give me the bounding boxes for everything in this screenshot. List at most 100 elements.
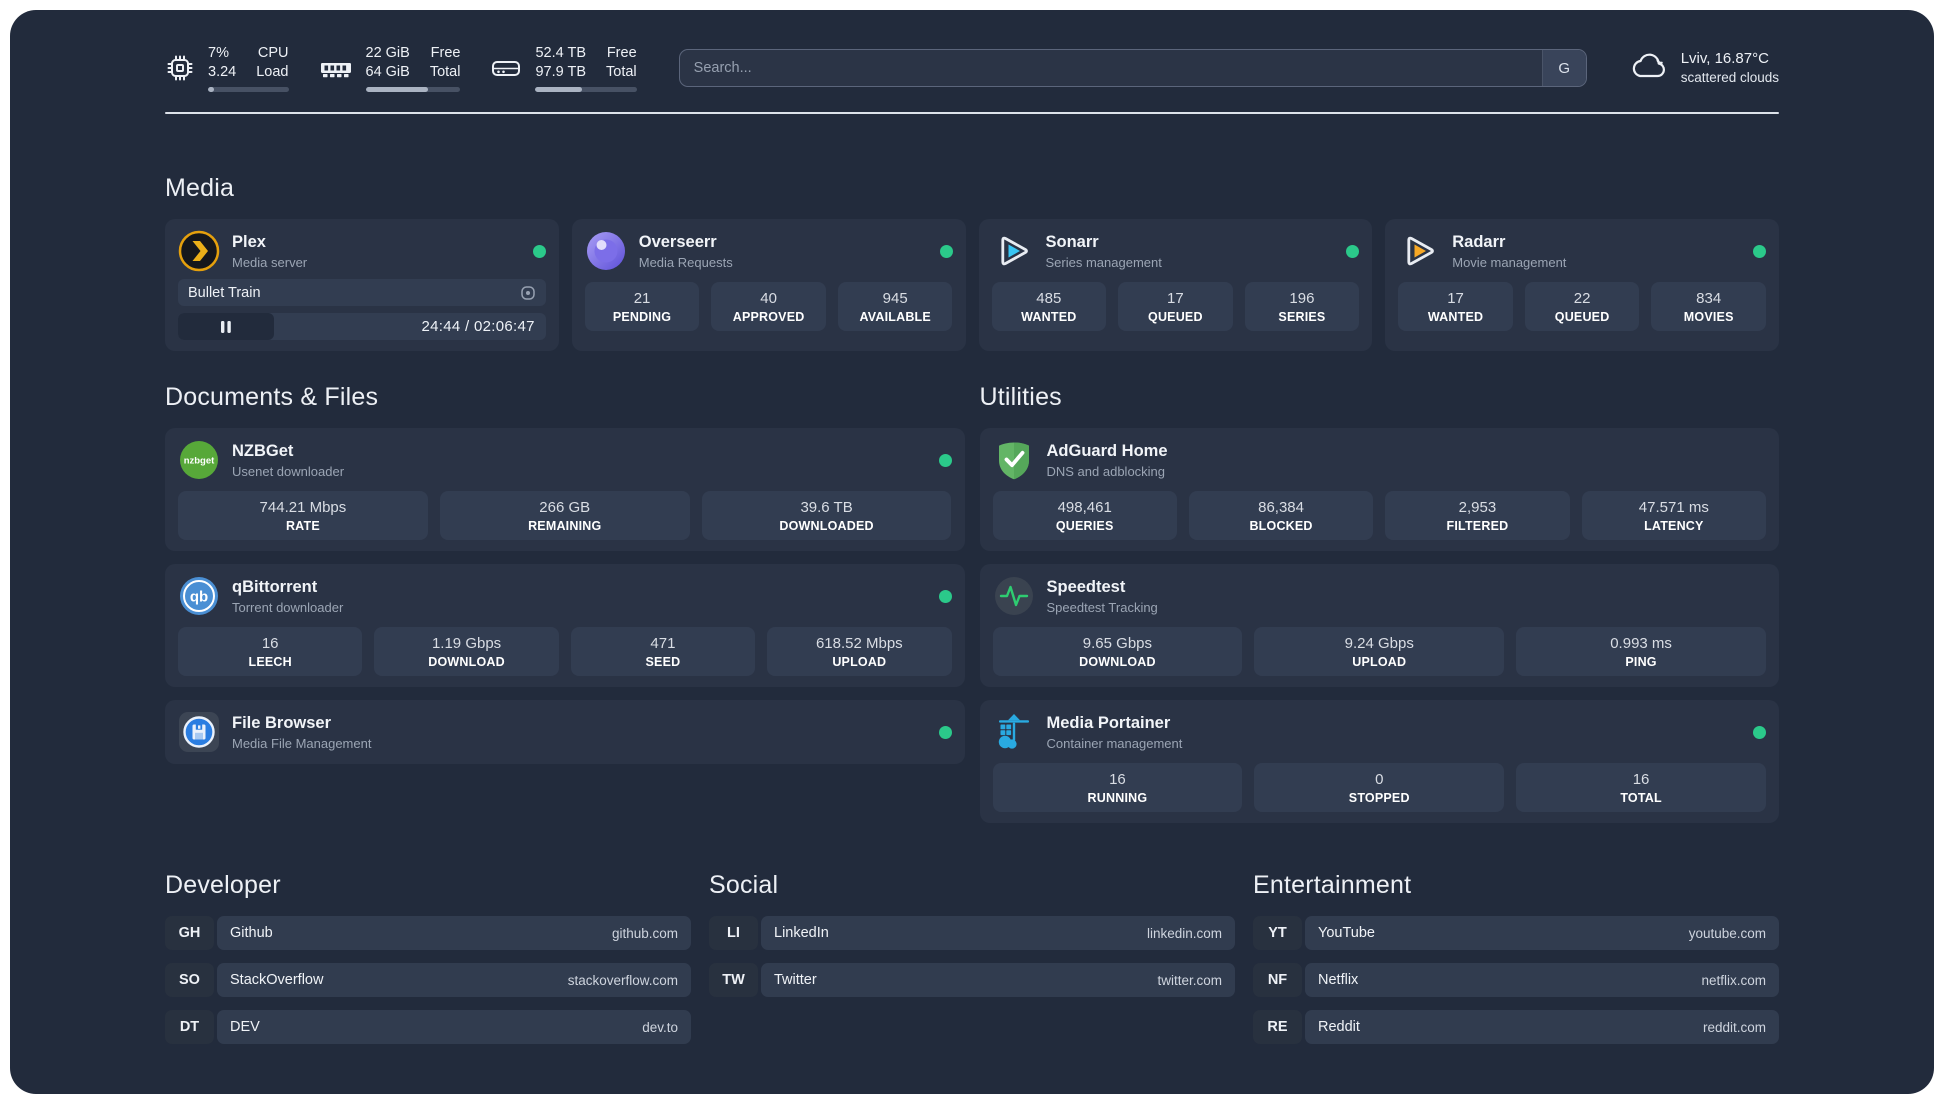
stat-wanted: 485 WANTED: [991, 282, 1107, 331]
service-card-filebrowser[interactable]: File Browser Media File Management: [165, 700, 965, 764]
search-bar: G: [678, 49, 1587, 87]
memory-progress-track: [365, 86, 461, 92]
stat-label: WANTED: [1021, 310, 1077, 324]
service-title: File Browser: [232, 713, 332, 732]
stat-label: MOVIES: [1683, 310, 1734, 324]
link-name: Reddit: [1318, 1019, 1360, 1035]
stat-value: 39.6 TB: [800, 499, 853, 516]
stat-value: 40: [760, 290, 777, 307]
service-subtitle: Usenet downloader: [232, 463, 345, 479]
link-dev[interactable]: DT DEV dev.to: [165, 1010, 691, 1044]
stat-download: 1.19 Gbps DOWNLOAD: [374, 627, 559, 676]
link-name: LinkedIn: [774, 925, 829, 941]
stat-label: UPLOAD: [1352, 655, 1407, 669]
stat-value: 945: [882, 290, 908, 307]
weather-widget: Lviv, 16.87°C scattered clouds: [1629, 49, 1779, 87]
link-reddit[interactable]: RE Reddit reddit.com: [1253, 1010, 1779, 1044]
stat-value: 834: [1696, 290, 1722, 307]
radarr-icon: [1398, 230, 1440, 272]
link-stackoverflow[interactable]: SO StackOverflow stackoverflow.com: [165, 963, 691, 997]
stat-value: 266 GB: [539, 499, 591, 516]
search-engine-button[interactable]: G: [1541, 50, 1586, 86]
link-bar: Github github.com: [217, 916, 691, 950]
search-input[interactable]: [679, 50, 1542, 86]
cpu-load-label: Load: [256, 64, 289, 80]
playback-bar: 24:44 / 02:06:47: [178, 313, 546, 340]
qbittorrent-icon: qb: [178, 575, 220, 617]
memory-total-label: Total: [429, 64, 461, 80]
service-title: Overseerr: [638, 232, 717, 251]
stat-wanted: 17 WANTED: [1398, 282, 1513, 331]
pause-button[interactable]: [178, 313, 274, 340]
stat-value: 498,461: [1057, 499, 1112, 516]
stat-value: 1.19 Gbps: [431, 635, 502, 652]
stat-download: 9.65 Gbps DOWNLOAD: [992, 627, 1243, 676]
service-card-portainer[interactable]: Media Portainer Container management 16 …: [979, 700, 1779, 823]
disk-progress-track: [535, 86, 637, 92]
stat-label: SEED: [645, 655, 681, 669]
service-card-nzbget[interactable]: nzbget NZBGet Usenet downloader 744.21 M…: [165, 428, 965, 551]
link-linkedin[interactable]: LI LinkedIn linkedin.com: [709, 916, 1235, 950]
stat-value: 16: [1109, 771, 1126, 788]
stat-value: 9.65 Gbps: [1082, 635, 1153, 652]
stat-rate: 744.21 Mbps RATE: [178, 491, 428, 540]
cpu-icon: [165, 53, 195, 83]
portainer-icon: [993, 711, 1035, 753]
link-url: stackoverflow.com: [567, 972, 678, 988]
stat-series: 196 SERIES: [1244, 282, 1360, 331]
disk-stat-body: 52.4 TB 97.9 TB Free Total: [535, 44, 637, 92]
service-card-qbittorrent[interactable]: qb qBittorrent Torrent downloader 16 LEE…: [165, 564, 965, 687]
link-youtube[interactable]: YT YouTube youtube.com: [1253, 916, 1779, 950]
section-title-documents: Documents & Files: [165, 383, 379, 411]
service-card-speedtest[interactable]: Speedtest Speedtest Tracking 9.65 Gbps D…: [979, 564, 1779, 687]
service-subtitle: Movie management: [1452, 254, 1567, 270]
stat-seed: 471 SEED: [570, 627, 756, 676]
service-title: NZBGet: [232, 441, 294, 460]
service-subtitle: Media server: [232, 254, 308, 270]
stat-label: TOTAL: [1620, 791, 1662, 805]
link-netflix[interactable]: NF Netflix netflix.com: [1253, 963, 1779, 997]
stat-label: QUERIES: [1055, 519, 1114, 533]
stat-value: 21: [633, 290, 651, 307]
stat-value: 47.571 ms: [1638, 499, 1709, 516]
memory-icon: [319, 53, 353, 83]
service-card-overseerr[interactable]: Overseerr Media Requests 21 PENDING 40 A…: [571, 219, 966, 351]
stat-value: 17: [1447, 290, 1464, 307]
service-card-adguard[interactable]: AdGuard Home DNS and adblocking 498,461 …: [979, 428, 1779, 551]
cpu-progress-fill: [208, 86, 215, 92]
service-subtitle: Series management: [1045, 254, 1162, 270]
section-documents: Documents & Files nzbget NZBGet Usenet d: [165, 383, 965, 764]
service-card-plex[interactable]: Plex Media server Bullet Train 24:44 / 0…: [165, 219, 559, 351]
stat-value: 17: [1167, 290, 1184, 307]
section-title-developer: Developer: [165, 871, 281, 899]
service-title: Radarr: [1452, 232, 1506, 251]
top-bar: 7% 3.24 CPU Load 22 GiB 64 GiB Free Tota…: [165, 44, 1779, 92]
stat-available: 945 AVAILABLE: [837, 282, 953, 331]
cpu-load-value: 3.24: [208, 64, 237, 80]
stat-upload: 618.52 Mbps UPLOAD: [767, 627, 952, 676]
link-twitter[interactable]: TW Twitter twitter.com: [709, 963, 1235, 997]
link-bar: YouTube youtube.com: [1305, 916, 1779, 950]
status-online-dot: [1753, 244, 1766, 258]
service-card-sonarr[interactable]: Sonarr Series management 485 WANTED 17 Q…: [978, 219, 1373, 351]
stat-label: DOWNLOADED: [779, 519, 874, 533]
stat-label: PING: [1625, 655, 1657, 669]
stat-value: 0.993 ms: [1610, 635, 1672, 652]
link-bar: Reddit reddit.com: [1305, 1010, 1779, 1044]
service-subtitle: Speedtest Tracking: [1046, 599, 1158, 615]
link-name: DEV: [230, 1019, 260, 1035]
stat-label: DOWNLOAD: [1079, 655, 1156, 669]
link-github[interactable]: GH Github github.com: [165, 916, 691, 950]
link-name: Netflix: [1318, 972, 1359, 988]
stat-queued: 17 QUEUED: [1118, 282, 1233, 331]
stat-value: 485: [1036, 290, 1062, 307]
stat-value: 16: [261, 635, 279, 652]
section-entertainment: Entertainment YT YouTube youtube.com NF …: [1253, 871, 1779, 1044]
link-url: twitter.com: [1157, 972, 1222, 988]
status-online-dot: [938, 453, 952, 467]
link-bar: LinkedIn linkedin.com: [761, 916, 1235, 950]
link-bar: DEV dev.to: [217, 1010, 691, 1044]
service-subtitle: Container management: [1046, 735, 1183, 751]
cloud-icon: [1629, 50, 1669, 87]
service-card-radarr[interactable]: Radarr Movie management 17 WANTED 22 QUE…: [1385, 219, 1779, 351]
